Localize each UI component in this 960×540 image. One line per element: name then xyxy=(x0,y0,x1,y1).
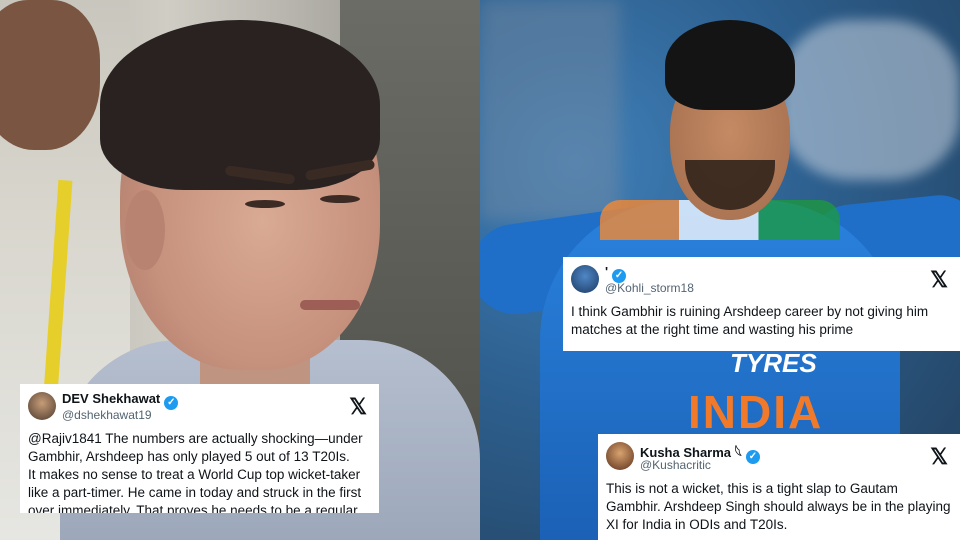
tweet-card-dev-shekhawat[interactable]: DEV Shekhawat ✓ @dshekhawat19 𝕏 @Rajiv184… xyxy=(20,384,379,513)
eye xyxy=(245,200,285,208)
tweet-line: This is not a wicket, this is a tight sl… xyxy=(606,481,951,532)
tweet-header: ' ✓ @Kohli_storm18 𝕏 xyxy=(563,257,960,303)
ear xyxy=(125,190,165,270)
jersey-india-text: INDIA xyxy=(688,386,824,438)
eye xyxy=(320,195,360,203)
avatar[interactable] xyxy=(606,442,634,470)
tweet-card-kusha-sharma[interactable]: Kusha Sharma 𓆩 ✓ @Kushacritic 𝕏 This is n… xyxy=(598,434,960,540)
tweet-text: I think Gambhir is ruining Arshdeep care… xyxy=(563,303,960,339)
patka xyxy=(665,20,795,110)
verified-badge-icon: ✓ xyxy=(745,450,760,464)
handle[interactable]: @dshekhawat19 xyxy=(62,408,152,422)
handle[interactable]: @Kohli_storm18 xyxy=(605,281,694,295)
tweet-line: I think Gambhir is ruining Arshdeep care… xyxy=(571,304,929,337)
x-logo-icon[interactable]: 𝕏 xyxy=(930,444,948,470)
verified-badge-icon: ✓ xyxy=(164,396,179,410)
handle[interactable]: @Kushacritic xyxy=(640,458,711,472)
crowd-blur xyxy=(780,20,960,180)
tweet-line: It makes no sense to treat a World Cup t… xyxy=(28,467,362,513)
tweet-header: Kusha Sharma 𓆩 ✓ @Kushacritic 𝕏 xyxy=(598,434,960,480)
tweet-text: @Rajiv1841 The numbers are actually shoc… xyxy=(20,430,379,513)
tweet-card-kohli-storm[interactable]: ' ✓ @Kohli_storm18 𝕏 I think Gambhir is r… xyxy=(563,257,960,351)
tweet-header: DEV Shekhawat ✓ @dshekhawat19 𝕏 xyxy=(20,384,379,430)
crowd-blur xyxy=(480,0,620,220)
x-logo-icon[interactable]: 𝕏 xyxy=(930,267,948,293)
avatar[interactable] xyxy=(571,265,599,293)
tweet-text: This is not a wicket, this is a tight sl… xyxy=(598,480,960,534)
jersey-sponsor-text: TYRES xyxy=(730,348,817,378)
x-logo-icon[interactable]: 𝕏 xyxy=(349,394,367,420)
tweet-line: @Rajiv1841 The numbers are actually shoc… xyxy=(28,431,363,464)
mouth xyxy=(300,300,360,310)
background-person-head xyxy=(0,0,100,150)
avatar[interactable] xyxy=(28,392,56,420)
